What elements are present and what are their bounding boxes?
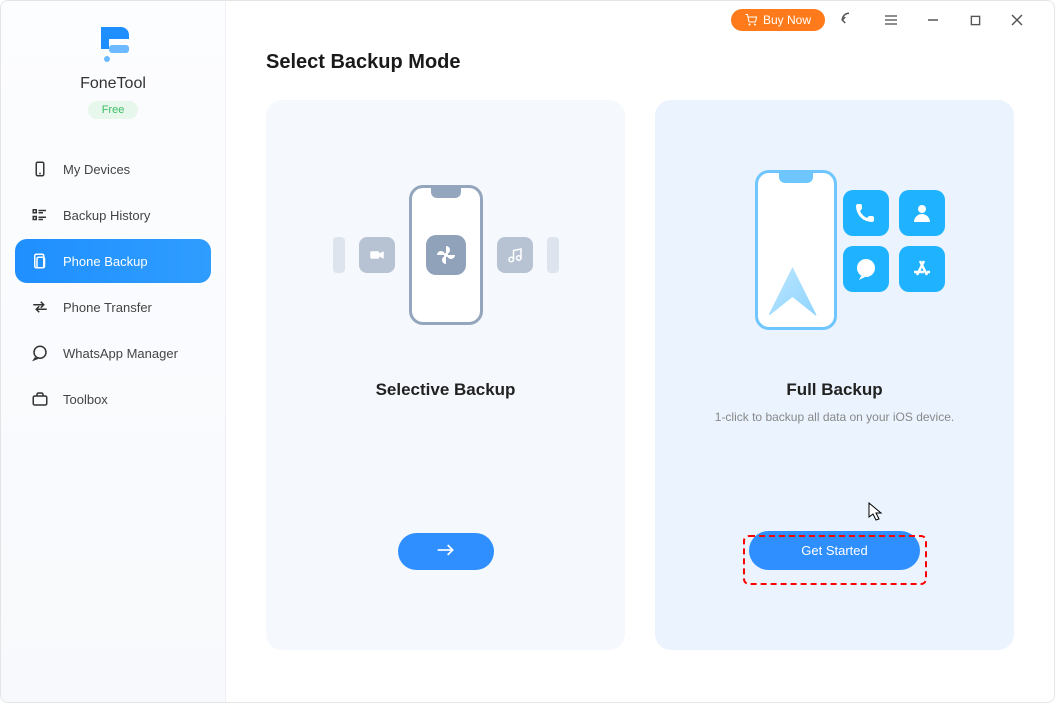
faded-tile-icon <box>333 237 345 273</box>
backup-mode-cards: Selective Backup <box>266 100 1014 650</box>
page-title: Select Backup Mode <box>266 51 1014 74</box>
message-app-icon <box>843 246 889 292</box>
backup-icon <box>31 252 49 270</box>
faded-tile-icon <box>547 237 559 273</box>
sidebar-item-backup-history[interactable]: Backup History <box>15 193 211 237</box>
history-icon <box>31 206 49 224</box>
transfer-icon <box>31 298 49 316</box>
appstore-app-icon <box>899 246 945 292</box>
buy-now-label: Buy Now <box>763 13 811 27</box>
sidebar-item-label: Backup History <box>63 208 150 223</box>
full-illustration <box>675 160 994 350</box>
free-badge: Free <box>88 101 139 119</box>
buy-now-button[interactable]: Buy Now <box>731 9 825 31</box>
feedback-icon[interactable] <box>831 5 867 35</box>
full-backup-title: Full Backup <box>786 380 882 400</box>
logo-area: FoneTool Free <box>1 21 225 137</box>
sidebar-item-whatsapp-manager[interactable]: WhatsApp Manager <box>15 331 211 375</box>
sidebar-item-label: WhatsApp Manager <box>63 346 178 361</box>
nav: My Devices Backup History Phone Backup P… <box>1 137 225 431</box>
sidebar-item-label: My Devices <box>63 162 130 177</box>
phone-outline-icon <box>755 170 837 330</box>
fan-icon <box>426 235 466 275</box>
music-icon <box>497 237 533 273</box>
sidebar-item-phone-transfer[interactable]: Phone Transfer <box>15 285 211 329</box>
toolbox-icon <box>31 390 49 408</box>
sidebar-item-label: Phone Transfer <box>63 300 152 315</box>
close-button[interactable] <box>999 5 1035 35</box>
sidebar: FoneTool Free My Devices Backup History … <box>1 1 226 702</box>
video-icon <box>359 237 395 273</box>
chat-icon <box>31 344 49 362</box>
cart-icon <box>745 14 757 26</box>
selective-illustration <box>286 160 605 350</box>
maximize-button[interactable] <box>957 5 993 35</box>
phone-outline-icon <box>409 185 483 325</box>
selective-backup-button[interactable] <box>398 533 494 570</box>
arrow-right-icon <box>436 543 456 557</box>
app-grid-icon <box>843 190 945 292</box>
sidebar-item-phone-backup[interactable]: Phone Backup <box>15 239 211 283</box>
phone-app-icon <box>843 190 889 236</box>
menu-icon[interactable] <box>873 5 909 35</box>
titlebar: Buy Now <box>711 0 1055 40</box>
main-content: Select Backup Mode <box>226 1 1054 702</box>
app-window: Buy Now FoneTool Free <box>0 0 1055 703</box>
selective-backup-title: Selective Backup <box>376 380 516 400</box>
sidebar-item-label: Phone Backup <box>63 254 148 269</box>
selective-backup-card[interactable]: Selective Backup <box>266 100 625 650</box>
phone-icon <box>31 160 49 178</box>
contact-app-icon <box>899 190 945 236</box>
sidebar-item-my-devices[interactable]: My Devices <box>15 147 211 191</box>
full-backup-subtitle: 1-click to backup all data on your iOS d… <box>715 410 954 428</box>
sidebar-item-label: Toolbox <box>63 392 108 407</box>
get-started-button[interactable]: Get Started <box>749 531 919 570</box>
brand-name: FoneTool <box>80 75 146 93</box>
full-backup-card[interactable]: Full Backup 1-click to backup all data o… <box>655 100 1014 650</box>
brand-logo-icon <box>89 21 137 69</box>
sidebar-item-toolbox[interactable]: Toolbox <box>15 377 211 421</box>
minimize-button[interactable] <box>915 5 951 35</box>
swoosh-icon <box>768 267 818 317</box>
